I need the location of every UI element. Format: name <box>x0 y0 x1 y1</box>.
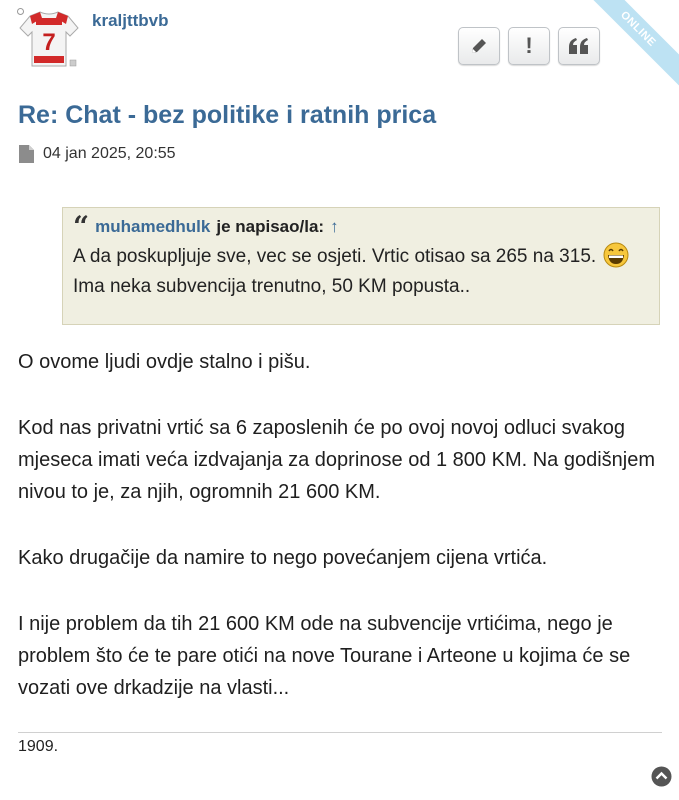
post-file-icon[interactable] <box>18 144 35 164</box>
post-title[interactable]: Re: Chat - bez politike i ratnih prica <box>18 101 436 130</box>
exclamation-icon: ! <box>525 33 533 58</box>
quote-source-arrow-icon[interactable]: ↑ <box>330 216 339 238</box>
edit-button[interactable] <box>458 27 500 65</box>
svg-text:7: 7 <box>42 29 55 56</box>
signature-divider <box>18 732 662 733</box>
post-actions: ! <box>458 27 600 65</box>
post-body: O ovome ljudi ovdje stalno i pišu. Kod n… <box>18 346 668 738</box>
post-paragraph-2: Kod nas privatni vrtić sa 6 zaposlenih ć… <box>18 417 656 503</box>
quote-block: “ muhamedhulk je napisao/la: ↑ A da posk… <box>62 207 660 325</box>
post-date: 04 jan 2025, 20:55 <box>43 145 176 162</box>
post-paragraph-3: Kako drugačije da namire to nego povećan… <box>18 547 548 569</box>
quote-text-after: Ima neka subvencija trenutno, 50 KM popu… <box>73 276 471 297</box>
quote-icon <box>569 38 588 54</box>
quote-button[interactable] <box>558 27 600 65</box>
report-button[interactable]: ! <box>508 27 550 65</box>
post-meta: 04 jan 2025, 20:55 <box>18 144 176 164</box>
post-paragraph-1: O ovome ljudi ovdje stalno i pišu. <box>18 351 311 373</box>
quote-text-before: A da poskupljuje sve, vec se osjeti. Vrt… <box>73 246 597 267</box>
quote-author-link[interactable]: muhamedhulk <box>95 216 210 238</box>
grinning-emoji-icon <box>603 242 629 268</box>
jersey-avatar-icon[interactable]: 7 <box>16 10 82 70</box>
quote-wrote-label: je napisao/la: <box>216 217 325 236</box>
username-link[interactable]: kraljttbvb <box>92 11 169 31</box>
forum-post: ONLINE 7 kraljttbvb ! Re: Chat - bez pol… <box>0 0 679 800</box>
quote-header: “ muhamedhulk je napisao/la: ↑ <box>73 210 649 243</box>
quote-mark-icon: “ <box>73 210 90 243</box>
quote-text: A da poskupljuje sve, vec se osjeti. Vrt… <box>73 242 649 302</box>
back-to-top-icon[interactable] <box>651 766 672 787</box>
pencil-icon <box>472 39 486 53</box>
post-paragraph-4: I nije problem da tih 21 600 KM ode na s… <box>18 613 631 699</box>
signature: 1909. <box>18 738 59 755</box>
